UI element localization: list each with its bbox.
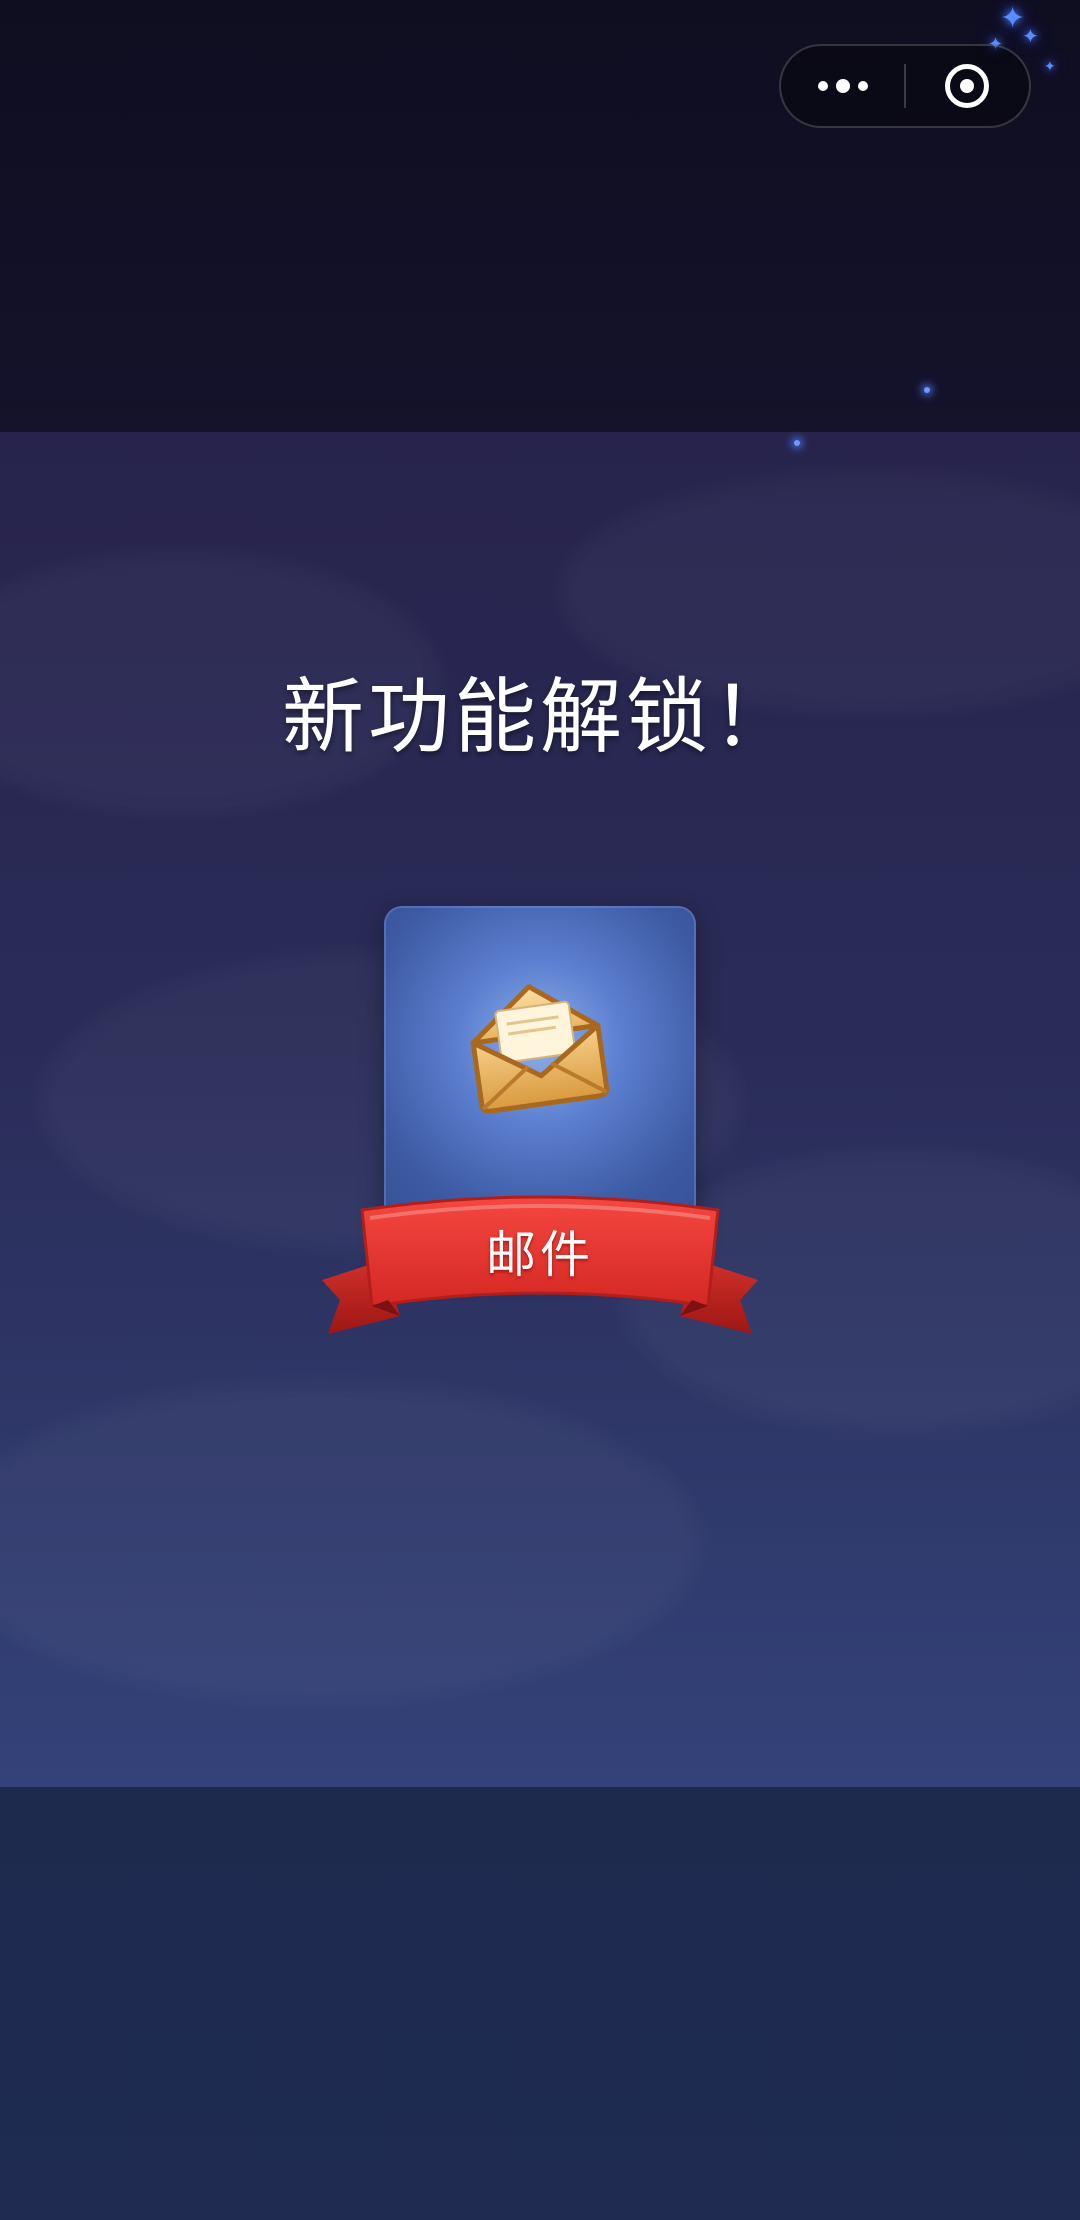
game-screen: ✦ ✦ ✦ ✦ 新功能解锁！ 邮件 xyxy=(0,0,1080,2220)
more-menu-button[interactable] xyxy=(781,46,904,126)
target-circle-icon xyxy=(945,64,990,108)
feature-label: 邮件 xyxy=(486,1226,594,1284)
sparkle-icon: ✦ xyxy=(1022,24,1039,48)
sparkle-icon: ✦ xyxy=(1044,59,1056,75)
envelope-icon xyxy=(470,984,610,1114)
more-dots-icon xyxy=(817,79,868,93)
unlock-title: 新功能解锁！ xyxy=(281,670,798,765)
star-speck xyxy=(794,440,800,446)
mini-program-capsule xyxy=(779,44,1031,128)
close-mini-program-button[interactable] xyxy=(906,46,1029,126)
dark-ground-band xyxy=(0,1787,1080,2220)
star-speck xyxy=(924,387,930,393)
